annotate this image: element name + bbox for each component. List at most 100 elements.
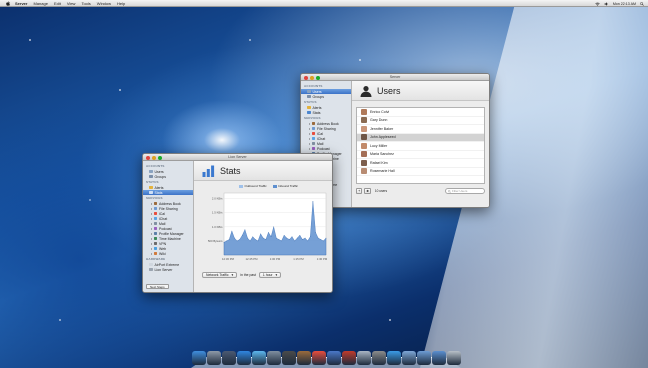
data-point bbox=[289, 239, 290, 240]
data-point bbox=[278, 239, 280, 240]
data-point bbox=[281, 240, 282, 242]
mail-icon[interactable] bbox=[266, 351, 281, 365]
apple-menu-icon[interactable] bbox=[6, 0, 10, 6]
server-icon bbox=[149, 267, 153, 272]
launchpad-icon[interactable] bbox=[206, 351, 221, 365]
disclosure-triangle-icon[interactable] bbox=[309, 122, 310, 125]
groups-icon bbox=[149, 174, 153, 179]
disclosure-triangle-icon[interactable] bbox=[151, 217, 152, 220]
file-sharing-icon bbox=[153, 206, 157, 211]
sidebar-item-label: Stats bbox=[154, 190, 163, 195]
applications-folder-icon[interactable] bbox=[401, 351, 416, 365]
finder-icon[interactable] bbox=[191, 351, 206, 365]
preview-icon[interactable] bbox=[356, 351, 371, 365]
filter-users-input[interactable]: Filter Users bbox=[445, 187, 485, 194]
server-icon[interactable] bbox=[386, 351, 401, 365]
time-machine-icon bbox=[153, 236, 157, 241]
menu-tools[interactable]: Tools bbox=[81, 1, 90, 6]
facetime-icon[interactable] bbox=[281, 351, 296, 365]
disclosure-triangle-icon[interactable] bbox=[151, 237, 152, 240]
disclosure-triangle-icon[interactable] bbox=[151, 242, 152, 245]
sidebar-item-label: Mail bbox=[317, 141, 324, 146]
disclosure-triangle-icon[interactable] bbox=[309, 142, 310, 145]
photo-booth-icon[interactable] bbox=[341, 351, 356, 365]
spotlight-icon[interactable] bbox=[640, 1, 644, 6]
user-name: Enrico Colvi bbox=[370, 109, 390, 114]
trash-icon[interactable] bbox=[446, 351, 461, 365]
network-traffic-chart: 2.0 KB/s 1.5 KB/s 1.0 KB/s 500 Bytes/s 12:30… bbox=[208, 192, 328, 261]
ichat-icon bbox=[311, 136, 315, 141]
list-item[interactable]: Lucy Miller bbox=[357, 142, 484, 151]
data-point bbox=[265, 239, 267, 240]
ical-icon[interactable] bbox=[311, 351, 326, 365]
gear-icon[interactable]: ✱ bbox=[364, 187, 371, 194]
safari-icon[interactable] bbox=[251, 351, 266, 365]
list-item-selected[interactable]: John Appleseed bbox=[357, 133, 484, 142]
menu-clock[interactable]: Mon 22:13 AM bbox=[613, 2, 636, 6]
data-point bbox=[294, 240, 295, 242]
list-item[interactable]: Enrico Colvi bbox=[357, 108, 484, 117]
app-store-icon[interactable] bbox=[236, 351, 251, 365]
disclosure-triangle-icon[interactable] bbox=[309, 147, 310, 150]
user-name: Gary Dunn bbox=[370, 118, 388, 123]
minimize-button[interactable] bbox=[152, 155, 156, 160]
list-item[interactable]: Rafael Kim bbox=[357, 159, 484, 168]
data-point bbox=[296, 237, 298, 239]
wifi-icon[interactable] bbox=[595, 2, 600, 6]
disclosure-triangle-icon[interactable] bbox=[309, 127, 310, 130]
menu-manage[interactable]: Manage bbox=[33, 1, 47, 6]
downloads-folder-icon[interactable] bbox=[431, 351, 446, 365]
ichat-icon bbox=[153, 216, 157, 221]
minimize-button[interactable] bbox=[310, 75, 314, 80]
disclosure-triangle-icon[interactable] bbox=[151, 227, 152, 230]
disclosure-triangle-icon[interactable] bbox=[151, 222, 152, 225]
disclosure-triangle-icon[interactable] bbox=[151, 232, 152, 235]
zoom-button[interactable] bbox=[158, 155, 162, 160]
disclosure-triangle-icon[interactable] bbox=[309, 137, 310, 140]
menu-app-name[interactable]: Server bbox=[15, 1, 27, 6]
menu-edit[interactable]: Edit bbox=[54, 1, 61, 6]
disclosure-triangle-icon[interactable] bbox=[151, 212, 152, 215]
next-steps-button[interactable]: Next Steps bbox=[146, 284, 169, 289]
users-window-titlebar[interactable]: Server bbox=[301, 74, 489, 81]
page-title: Users bbox=[377, 85, 401, 96]
system-preferences-icon[interactable] bbox=[371, 351, 386, 365]
list-item[interactable]: Gary Dunn bbox=[357, 117, 484, 125]
list-item[interactable]: Jennifer Baker bbox=[357, 125, 484, 134]
search-icon bbox=[448, 189, 451, 193]
menu-window[interactable]: Window bbox=[97, 1, 111, 6]
list-item[interactable]: Maria Sanchez bbox=[357, 151, 484, 159]
list-item[interactable]: Rosemarie Hall bbox=[357, 168, 484, 176]
metric-popup[interactable]: Network Traffic ▾ bbox=[202, 271, 238, 278]
close-button[interactable] bbox=[304, 75, 308, 80]
sidebar-item-label: Podcast bbox=[159, 226, 172, 231]
sidebar-item-label: VPN bbox=[159, 241, 167, 246]
stats-window-titlebar[interactable]: Lion Server bbox=[143, 154, 332, 161]
sidebar-item-lion-server[interactable]: Lion Server bbox=[143, 267, 193, 272]
close-button[interactable] bbox=[146, 155, 150, 160]
mission-control-icon[interactable] bbox=[221, 351, 236, 365]
menu-view[interactable]: View bbox=[67, 1, 76, 6]
volume-icon[interactable] bbox=[604, 1, 609, 6]
data-point bbox=[234, 237, 235, 239]
disclosure-triangle-icon[interactable] bbox=[151, 207, 152, 210]
data-point bbox=[286, 237, 288, 239]
data-point bbox=[262, 237, 264, 239]
stats-controls: Network Traffic ▾ in the past 1 hour ▾ bbox=[202, 271, 326, 278]
range-popup[interactable]: 1 hour ▾ bbox=[258, 271, 282, 278]
legend-swatch-outbound bbox=[239, 184, 243, 188]
disclosure-triangle-icon[interactable] bbox=[309, 132, 310, 135]
alert-icon bbox=[307, 105, 311, 110]
address-book-icon[interactable] bbox=[296, 351, 311, 365]
documents-folder-icon[interactable] bbox=[416, 351, 431, 365]
add-user-button[interactable]: + bbox=[356, 187, 363, 194]
sidebar-item-label: Stats bbox=[312, 110, 321, 115]
disclosure-triangle-icon[interactable] bbox=[151, 252, 152, 255]
zoom-button[interactable] bbox=[316, 75, 320, 80]
disclosure-triangle-icon[interactable] bbox=[151, 247, 152, 250]
itunes-icon[interactable] bbox=[326, 351, 341, 365]
legend-label: Outbound Traffic bbox=[244, 184, 267, 188]
menu-help[interactable]: Help bbox=[117, 1, 125, 6]
disclosure-triangle-icon[interactable] bbox=[151, 202, 152, 205]
page-title: Stats bbox=[220, 165, 241, 176]
